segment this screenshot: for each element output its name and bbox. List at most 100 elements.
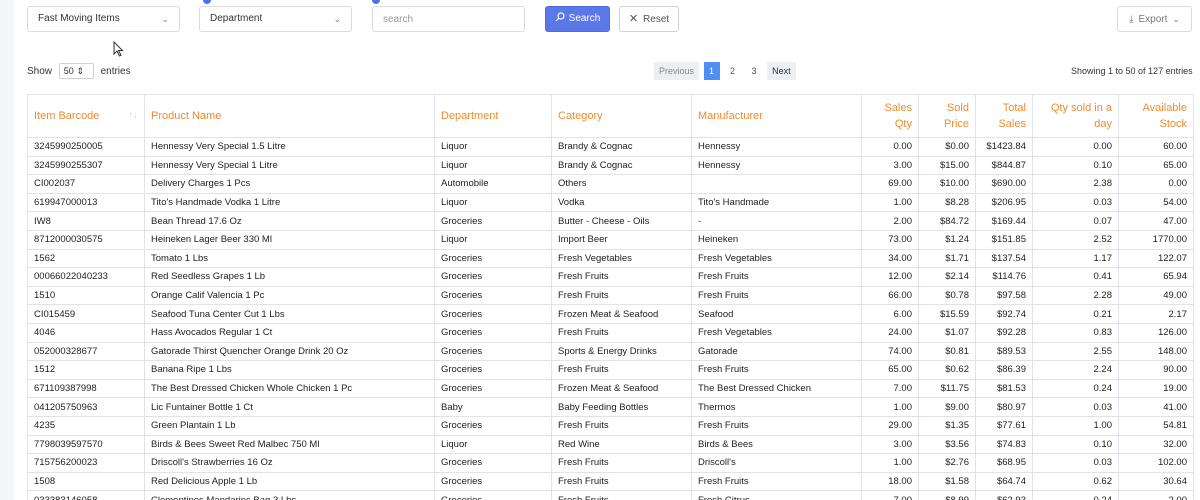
column-header-sales-qty[interactable]: Sales Qty xyxy=(861,94,919,138)
table-row[interactable]: CI015459 Seafood Tuna Center Cut 1 Lbs Gro… xyxy=(27,304,1194,324)
cell-category: Sports & Energy Drinks xyxy=(551,341,692,362)
column-header-department[interactable]: Department xyxy=(434,94,552,138)
cell-product-name: Heineken Lager Beer 330 Ml xyxy=(144,229,435,250)
cell-available-stock: 122.07 xyxy=(1118,248,1194,269)
cell-available-stock: 2.00 xyxy=(1118,490,1194,500)
table-row[interactable]: 1510 Orange Calif Valencia 1 Pc Groceries F… xyxy=(27,285,1194,306)
radio-indicator[interactable] xyxy=(203,0,211,4)
table-row[interactable]: 1512 Banana Ripe 1 Lbs Groceries Fresh Frui… xyxy=(27,360,1194,380)
table-row[interactable]: 619947000013 Tito's Handmade Vodka 1 Litr… xyxy=(27,192,1194,213)
filter-bar: Fast Moving Items ⌄ Department ⌄ Search … xyxy=(0,0,1200,34)
cell-total-sales: $844.87 xyxy=(975,155,1033,176)
table-body: 3245990250005 Hennessy Very Special 1.5 L… xyxy=(27,137,1194,500)
cell-product-name: The Best Dressed Chicken Whole Chicken 1… xyxy=(144,378,435,399)
table-row[interactable]: 1562 Tomato 1 Lbs Groceries Fresh Vegetable… xyxy=(27,248,1194,269)
table-row[interactable]: 1508 Red Delicious Apple 1 Lb Groceries Fre… xyxy=(27,471,1194,492)
table-row[interactable]: CI002037 Delivery Charges 1 Pcs Automobile… xyxy=(27,174,1194,194)
column-header-qty-sold-in-a-day[interactable]: Qty sold in a day xyxy=(1032,94,1119,138)
cell-total-sales: $169.44 xyxy=(975,211,1033,231)
cell-product-name: Seafood Tuna Center Cut 1 Lbs xyxy=(144,304,435,324)
table-row[interactable]: 4046 Hass Avocados Regular 1 Ct Groceries F… xyxy=(27,322,1194,343)
table-row[interactable]: 052000328677 Gatorade Thirst Quencher Ora… xyxy=(27,341,1194,362)
table-row[interactable]: 033383146058Clementines Mandarins Bag 3 … xyxy=(27,490,1194,500)
pagination-page-3[interactable]: 3 xyxy=(746,62,763,80)
cell-qty-sold-in-a-day: 0.83 xyxy=(1032,322,1119,343)
cell-qty-sold-in-a-day: 2.28 xyxy=(1032,285,1119,306)
table-row[interactable]: 041205750963 Lic Funtainer Bottle 1 Ct Bab… xyxy=(27,397,1194,417)
reset-button[interactable]: ✕ Reset xyxy=(619,6,679,32)
cell-category: Baby Feeding Bottles xyxy=(551,397,692,417)
cell-item-barcode: 715756200023 xyxy=(27,453,145,473)
column-header-manufacturer[interactable]: Manufacturer xyxy=(691,94,862,138)
cell-department: Groceries xyxy=(434,341,552,362)
radio-indicator[interactable] xyxy=(372,0,380,4)
show-label: Show xyxy=(27,66,53,77)
cell-sold-price: $8.28 xyxy=(918,192,976,213)
column-header-total-sales[interactable]: Total Sales xyxy=(975,94,1033,138)
cell-qty-sold-in-a-day: 0.07 xyxy=(1032,211,1119,231)
table-row[interactable]: IW8 Bean Thread 17.6 Oz Groceries Butter - … xyxy=(27,211,1194,231)
cell-sold-price: $0.00 xyxy=(918,137,976,157)
column-header-product-name[interactable]: Product Name xyxy=(144,94,435,138)
table-row[interactable]: 671109387998 The Best Dressed Chicken Who… xyxy=(27,378,1194,399)
pagination-page-1[interactable]: 1 xyxy=(703,62,720,80)
cell-total-sales: $62.93 xyxy=(975,490,1033,500)
table-row[interactable]: 3245990255307 Hennessy Very Special 1 Lit… xyxy=(27,155,1194,176)
cell-category: Fresh Fruits xyxy=(551,415,692,436)
cell-item-barcode: 4046 xyxy=(27,322,145,343)
cell-total-sales: $92.28 xyxy=(975,322,1033,343)
table-row[interactable]: 3245990250005 Hennessy Very Special 1.5 L… xyxy=(27,137,1194,157)
cell-product-name: Orange Calif Valencia 1 Pc xyxy=(144,285,435,306)
department-select[interactable]: Department ⌄ xyxy=(199,6,352,32)
cell-sales-qty: 0.00 xyxy=(861,137,919,157)
table-row[interactable]: 8712000030575 Heineken Lager Beer 330 Ml L… xyxy=(27,229,1194,250)
cell-item-barcode: 7798039597570 xyxy=(27,434,145,455)
data-table-container: Item Barcode ↑↓ Product Name Department C… xyxy=(27,94,1194,500)
cell-item-barcode: 3245990250005 xyxy=(27,137,145,157)
pagination-previous[interactable]: Previous xyxy=(654,62,700,80)
report-type-select[interactable]: Fast Moving Items ⌄ xyxy=(27,6,180,32)
cell-department: Groceries xyxy=(434,267,552,287)
chevron-down-icon: ⌄ xyxy=(1172,14,1180,24)
cell-product-name: Tomato 1 Lbs xyxy=(144,248,435,269)
cell-sold-price: $2.14 xyxy=(918,267,976,287)
table-row[interactable]: 00066022040233 Red Seedless Grapes 1 Lb Gr… xyxy=(27,267,1194,287)
column-header-category[interactable]: Category xyxy=(551,94,692,138)
cell-qty-sold-in-a-day: 0.00 xyxy=(1032,137,1119,157)
cell-total-sales: $151.85 xyxy=(975,229,1033,250)
cell-manufacturer: Fresh Fruits xyxy=(691,415,862,436)
search-input[interactable] xyxy=(372,6,525,32)
cell-total-sales: $97.58 xyxy=(975,285,1033,306)
cell-qty-sold-in-a-day: 2.55 xyxy=(1032,341,1119,362)
close-icon: ✕ xyxy=(628,13,639,25)
cell-available-stock: 90.00 xyxy=(1118,360,1194,380)
cell-category: Fresh Fruits xyxy=(551,490,692,500)
download-icon: ⤓ xyxy=(1129,14,1134,25)
column-header-available-stock[interactable]: Available Stock xyxy=(1118,94,1194,138)
search-button[interactable]: Search xyxy=(545,6,610,32)
cell-item-barcode: 00066022040233 xyxy=(27,267,145,287)
report-type-value: Fast Moving Items xyxy=(38,13,120,24)
cell-total-sales: $137.54 xyxy=(975,248,1033,269)
cell-total-sales: $89.53 xyxy=(975,341,1033,362)
cell-available-stock: 49.00 xyxy=(1118,285,1194,306)
column-header-sold-price[interactable]: Sold Price xyxy=(918,94,976,138)
chevron-down-icon: ⌄ xyxy=(333,14,341,24)
cell-available-stock: 54.81 xyxy=(1118,415,1194,436)
cell-item-barcode: 041205750963 xyxy=(27,397,145,417)
entries-per-page-select[interactable]: 50 ⇕ xyxy=(58,63,94,79)
cell-total-sales: $68.95 xyxy=(975,453,1033,473)
column-header-item-barcode[interactable]: Item Barcode ↑↓ xyxy=(27,94,145,138)
cell-available-stock: 65.94 xyxy=(1118,267,1194,287)
pagination-next[interactable]: Next xyxy=(767,62,796,80)
cell-category: Frozen Meat & Seafood xyxy=(551,304,692,324)
cell-total-sales: $114.76 xyxy=(975,267,1033,287)
export-button[interactable]: ⤓ Export ⌄ xyxy=(1117,6,1192,32)
table-row[interactable]: 7798039597570 Birds & Bees Sweet Red Malb… xyxy=(27,434,1194,455)
cell-department: Liquor xyxy=(434,155,552,176)
table-row[interactable]: 4235 Green Plantain 1 Lb Groceries Fresh Fr… xyxy=(27,415,1194,436)
table-row[interactable]: 715756200023 Driscoll's Strawberries 16 O… xyxy=(27,453,1194,473)
cell-available-stock: 47.00 xyxy=(1118,211,1194,231)
cell-total-sales: $80.97 xyxy=(975,397,1033,417)
pagination-page-2[interactable]: 2 xyxy=(724,62,741,80)
